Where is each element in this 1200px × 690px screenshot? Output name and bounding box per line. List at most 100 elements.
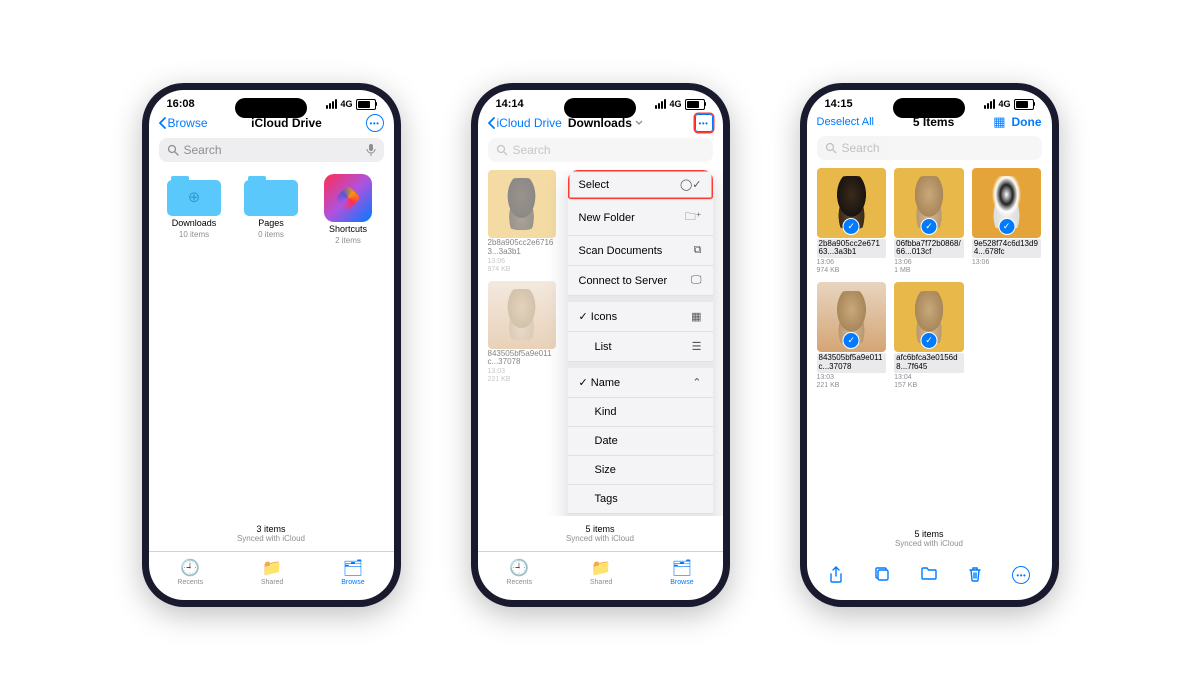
search-icon [825,142,837,154]
more-button[interactable]: ••• [366,114,384,132]
back-label: Browse [168,116,208,130]
menu-sort-size[interactable]: Size [568,456,713,485]
clock-icon: 🕘 [509,558,529,578]
menu-sort-date[interactable]: Date [568,427,713,456]
grid-icon: ▦ [691,310,701,323]
folder-label: Pages [258,218,284,228]
selected-check-icon: ✓ [920,332,937,349]
done-button[interactable]: Done [1012,115,1042,129]
folder-label: Downloads [172,218,217,228]
phone-2: 14:14 4G iCloud Drive Downloads ••• Sear… [471,83,730,607]
back-button[interactable]: Browse [159,116,208,130]
checkmark-icon: ✓ [579,311,588,323]
file-time: 13:06 [972,259,1042,266]
checkmark-icon: ✓ [579,377,588,389]
file-time: 13:04 [894,374,964,381]
more-actions-button[interactable]: ••• [1012,566,1030,584]
signal-icon [984,99,995,109]
menu-view-icons[interactable]: ✓ Icons▦ [568,302,713,332]
delete-button[interactable] [968,566,982,584]
server-icon: 🖵 [691,274,702,287]
phone-1: 16:08 4G Browse iCloud Drive ••• Search … [142,83,401,607]
file-name: 2b8a905cc2e67163...3a3b1 [817,239,887,259]
file-item[interactable]: 843505bf5a9e011c...37078 13:03 221 KB [488,281,556,384]
tab-shared[interactable]: 📁Shared [590,558,613,586]
file-name: 06fbba7f72b0868/66...013cf [894,239,964,259]
search-placeholder: Search [513,143,551,157]
file-size: 974 KB [488,266,556,273]
file-time: 13:06 [488,258,556,265]
tab-recents[interactable]: 🕘Recents [506,558,532,586]
menu-sort-name[interactable]: ✓ Name⌃ [568,368,713,398]
menu-scan-documents[interactable]: Scan Documents⧉ [568,236,713,266]
search-placeholder: Search [184,143,222,157]
folder-count: 10 items [179,230,209,239]
dynamic-island [564,98,636,118]
back-button[interactable]: iCloud Drive [488,116,562,130]
check-circle-icon: ◯✓ [680,178,702,191]
duplicate-button[interactable] [874,566,890,584]
search-field[interactable]: Search [159,138,384,162]
file-name: 843505bf5a9e011c...37078 [488,350,556,368]
shared-icon: 📁 [262,558,282,578]
move-button[interactable] [920,566,938,584]
file-name: 2b8a905cc2e67163...3a3b1 [488,239,556,257]
folder-downloads[interactable]: ⊕ Downloads 10 items [159,174,230,245]
file-name: afc6bfca3e0156d8...7f645 [894,353,964,373]
menu-sort-tags[interactable]: Tags [568,485,713,514]
file-name: 843505bf5a9e011c...37078 [817,353,887,373]
footer-status: 3 itemsSynced with iCloud [149,516,394,551]
menu-sort-kind[interactable]: Kind [568,398,713,427]
folder-shortcuts[interactable]: Shortcuts 2 items [313,174,384,245]
menu-select[interactable]: Select◯✓ [568,170,713,200]
mic-icon[interactable] [366,143,376,157]
file-item[interactable]: ✓ 06fbba7f72b0868/66...013cf 13:06 1 MB [894,168,964,274]
more-button[interactable]: ••• [695,114,713,132]
file-item[interactable]: ✓ 843505bf5a9e011c...37078 13:03 221 KB [817,282,887,388]
context-menu: Select◯✓ New Folder🗀⁺ Scan Documents⧉ Co… [568,170,713,516]
deselect-all-button[interactable]: Deselect All [817,116,874,128]
tab-browse[interactable]: 🗂Browse [670,558,693,586]
signal-icon [326,99,337,109]
search-field[interactable]: Search [488,138,713,162]
download-icon: ⊕ [188,188,201,206]
clock: 14:15 [825,98,853,110]
folder-count: 0 items [258,230,284,239]
menu-view-list[interactable]: List☰ [568,332,713,362]
page-title: iCloud Drive [208,116,366,130]
folder-plus-icon: 🗀⁺ [685,208,702,227]
folder-count: 2 items [335,236,361,245]
footer-status: 5 itemsSynced with iCloud [807,521,1052,556]
folder-label: Shortcuts [329,224,367,234]
action-bar: ••• [807,556,1052,600]
file-item[interactable]: 2b8a905cc2e67163...3a3b1 13:06 974 KB [488,170,556,273]
dynamic-island [893,98,965,118]
tab-browse[interactable]: 🗂Browse [341,558,364,586]
tab-shared[interactable]: 📁Shared [261,558,284,586]
file-size: 157 KB [894,382,964,389]
signal-icon [655,99,666,109]
file-name: 9e528f74c6d13d94...678fc [972,239,1042,259]
footer-status: 5 itemsSynced with iCloud [478,516,723,551]
file-time: 13:03 [488,368,556,375]
file-item[interactable]: ✓ afc6bfca3e0156d8...7f645 13:04 157 KB [894,282,964,388]
menu-new-folder[interactable]: New Folder🗀⁺ [568,200,713,236]
phone-3: 14:15 4G Deselect All 5 Items ▦ Done Sea… [800,83,1059,607]
shared-icon: 📁 [591,558,611,578]
grid-toggle-icon[interactable]: ▦ [993,114,1005,130]
file-time: 13:06 [817,259,887,266]
file-item[interactable]: ✓ 2b8a905cc2e67163...3a3b1 13:06 974 KB [817,168,887,274]
file-item[interactable]: ✓ 9e528f74c6d13d94...678fc 13:06 [972,168,1042,274]
menu-connect-server[interactable]: Connect to Server🖵 [568,266,713,296]
network-label: 4G [998,99,1010,109]
page-title[interactable]: Downloads [562,116,695,130]
search-icon [167,144,179,156]
browse-icon: 🗂 [672,558,692,578]
shortcuts-icon [324,174,372,222]
share-button[interactable] [828,566,844,584]
file-size: 974 KB [817,267,887,274]
battery-icon [356,99,376,110]
tab-recents[interactable]: 🕘Recents [177,558,203,586]
folder-pages[interactable]: Pages 0 items [236,174,307,245]
chevron-down-icon [635,120,643,126]
